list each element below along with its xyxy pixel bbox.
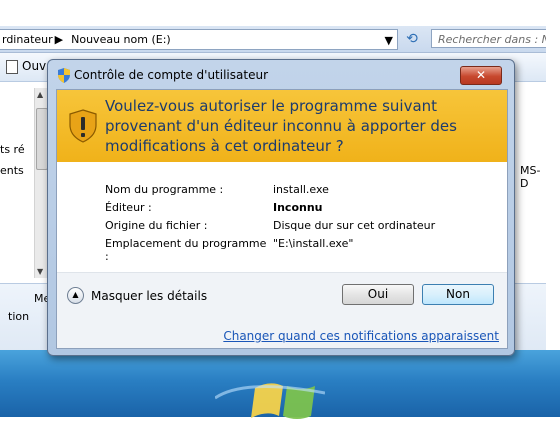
detail-row: Origine du fichier : Disque dur sur cet … <box>105 219 435 237</box>
scroll-down-icon[interactable]: ▼ <box>37 267 43 276</box>
detail-value: install.exe <box>273 183 329 196</box>
address-dropdown-icon[interactable]: ▼ <box>385 34 393 47</box>
dialog-title: Contrôle de compte d'utilisateur <box>74 68 268 82</box>
search-input[interactable]: Rechercher dans : N <box>431 29 546 48</box>
detail-value: Inconnu <box>273 201 323 214</box>
open-button[interactable]: Ouv <box>6 59 46 74</box>
chevron-up-icon[interactable]: ▲ <box>67 287 84 304</box>
detail-row: Éditeur : Inconnu <box>105 201 435 219</box>
file-column-fragment: MS-D <box>520 164 541 190</box>
detail-value: "E:\install.exe" <box>273 237 354 250</box>
warning-shield-icon <box>69 109 97 143</box>
detail-row: Emplacement du programme : "E:\install.e… <box>105 237 435 263</box>
warning-message: Voulez-vous autoriser le programme suiva… <box>105 97 457 155</box>
hide-details-toggle[interactable]: ▲ Masquer les détails <box>67 287 207 304</box>
scroll-up-icon[interactable]: ▲ <box>37 90 43 99</box>
address-field[interactable]: rdinateur ▶ Nouveau nom (E:) ▼ <box>0 29 398 50</box>
document-icon <box>6 59 18 74</box>
open-button-label: Ouv <box>22 59 47 73</box>
no-button[interactable]: Non <box>422 284 494 305</box>
nav-item-fragment[interactable]: ts ré <box>0 143 25 156</box>
detail-value: Disque dur sur cet ordinateur <box>273 219 436 232</box>
warning-banner: Voulez-vous autoriser le programme suiva… <box>57 90 507 162</box>
nav-scrollbar[interactable]: ▲ ▼ <box>34 88 48 278</box>
address-bar-area: rdinateur ▶ Nouveau nom (E:) ▼ ⟲ Recherc… <box>0 26 546 53</box>
nav-item-fragment[interactable]: ents <box>0 164 24 177</box>
uac-dialog: Contrôle de compte d'utilisateur ✕ Voule… <box>47 59 515 356</box>
detail-label: Origine du fichier : <box>105 219 208 232</box>
notification-settings-link[interactable]: Changer quand ces notifications apparais… <box>223 329 499 343</box>
detail-label: Nom du programme : <box>105 183 224 196</box>
details-fragment: tion <box>8 310 30 323</box>
yes-button[interactable]: Oui <box>342 284 414 305</box>
address-segment-drive[interactable]: Nouveau nom (E:) <box>71 33 171 46</box>
address-segment-computer[interactable]: rdinateur <box>2 33 53 46</box>
program-details: Nom du programme : install.exe Éditeur :… <box>105 183 435 263</box>
toggle-label[interactable]: Masquer les détails <box>91 289 207 303</box>
detail-label: Éditeur : <box>105 201 152 214</box>
breadcrumb-arrow-icon[interactable]: ▶ <box>55 33 63 46</box>
uac-shield-icon <box>58 68 70 83</box>
windows-logo-icon <box>215 383 325 419</box>
desktop-background <box>0 350 560 419</box>
detail-row: Nom du programme : install.exe <box>105 183 435 201</box>
detail-label: Emplacement du programme : <box>105 237 267 263</box>
dialog-body: Voulez-vous autoriser le programme suiva… <box>56 89 508 349</box>
refresh-icon[interactable]: ⟲ <box>400 29 424 49</box>
dialog-footer: ▲ Masquer les détails Oui Non Changer qu… <box>57 273 507 348</box>
page-margin <box>546 0 560 350</box>
close-button[interactable]: ✕ <box>460 66 502 85</box>
